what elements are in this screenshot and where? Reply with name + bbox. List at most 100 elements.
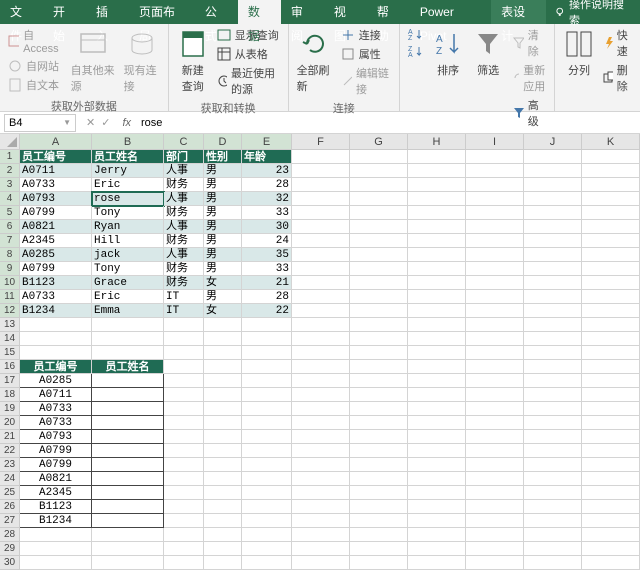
cell[interactable] [350, 234, 408, 248]
cell[interactable] [292, 276, 350, 290]
cell[interactable] [524, 472, 582, 486]
col-header-B[interactable]: B [92, 134, 164, 150]
properties-button[interactable]: 属性 [339, 45, 393, 63]
cell[interactable] [408, 514, 466, 528]
cell[interactable] [92, 458, 164, 472]
cell[interactable] [408, 528, 466, 542]
cell[interactable] [466, 164, 524, 178]
cell[interactable] [204, 458, 242, 472]
cell[interactable]: Eric [92, 290, 164, 304]
cell[interactable] [242, 472, 292, 486]
flash-fill-button[interactable]: 快速 [601, 26, 634, 60]
refresh-all-button[interactable]: 全部刷新 [295, 26, 335, 98]
cell[interactable] [408, 150, 466, 164]
cell[interactable] [350, 556, 408, 570]
cell[interactable] [292, 346, 350, 360]
row-header[interactable]: 2 [0, 164, 20, 178]
cell[interactable] [524, 276, 582, 290]
from-access-button[interactable]: 自 Access [6, 26, 65, 56]
cell[interactable] [164, 528, 204, 542]
cell[interactable] [466, 234, 524, 248]
cell[interactable] [582, 192, 640, 206]
cell[interactable] [350, 192, 408, 206]
cell[interactable] [524, 234, 582, 248]
cell[interactable] [524, 416, 582, 430]
row-header[interactable]: 28 [0, 528, 20, 542]
cell[interactable] [524, 528, 582, 542]
cell[interactable] [524, 178, 582, 192]
cell[interactable] [524, 304, 582, 318]
cell[interactable]: 男 [204, 262, 242, 276]
cell[interactable] [350, 178, 408, 192]
worksheet-grid[interactable]: ABCDEFGHIJK 1员工编号员工姓名部门性别年龄2A0711Jerry人事… [0, 134, 640, 570]
cell[interactable] [466, 318, 524, 332]
cell[interactable]: 员工编号 [20, 150, 92, 164]
cell[interactable]: B1123 [20, 276, 92, 290]
cell[interactable] [582, 444, 640, 458]
cell[interactable]: A0799 [20, 262, 92, 276]
cell[interactable] [408, 332, 466, 346]
cell[interactable]: IT [164, 304, 204, 318]
cell[interactable] [292, 150, 350, 164]
cell[interactable]: IT [164, 290, 204, 304]
cell[interactable] [350, 486, 408, 500]
cell[interactable]: 男 [204, 164, 242, 178]
cell[interactable] [524, 388, 582, 402]
cell[interactable]: A0799 [20, 206, 92, 220]
cell[interactable] [292, 192, 350, 206]
cell[interactable] [582, 206, 640, 220]
cell[interactable] [292, 556, 350, 570]
cell[interactable] [582, 388, 640, 402]
cell[interactable] [408, 542, 466, 556]
cell[interactable] [524, 374, 582, 388]
cell[interactable] [164, 402, 204, 416]
cell[interactable] [92, 500, 164, 514]
cell[interactable] [350, 430, 408, 444]
cell[interactable] [164, 430, 204, 444]
cell[interactable] [350, 416, 408, 430]
row-header[interactable]: 4 [0, 192, 20, 206]
cell[interactable] [524, 318, 582, 332]
cell[interactable] [524, 486, 582, 500]
row-header[interactable]: 17 [0, 374, 20, 388]
cell[interactable] [582, 402, 640, 416]
cell[interactable] [524, 262, 582, 276]
tab-review[interactable]: 审阅 [281, 0, 324, 24]
cell[interactable]: B1123 [20, 500, 92, 514]
cell[interactable]: 33 [242, 206, 292, 220]
cell[interactable]: 28 [242, 178, 292, 192]
cell[interactable]: 女 [204, 276, 242, 290]
cell[interactable] [92, 346, 164, 360]
cell[interactable] [292, 486, 350, 500]
cell[interactable]: A0821 [20, 472, 92, 486]
cell[interactable] [466, 500, 524, 514]
cell[interactable] [164, 542, 204, 556]
formula-input[interactable]: rose [137, 117, 640, 129]
cell[interactable] [466, 472, 524, 486]
cell[interactable] [524, 164, 582, 178]
cell[interactable] [582, 556, 640, 570]
cell[interactable] [408, 486, 466, 500]
from-table-button[interactable]: 从表格 [215, 45, 282, 63]
cell[interactable] [242, 430, 292, 444]
cell[interactable] [466, 206, 524, 220]
cell[interactable] [582, 486, 640, 500]
filter-button[interactable]: 筛选 [470, 26, 506, 130]
cell[interactable] [466, 150, 524, 164]
cell[interactable] [204, 542, 242, 556]
cell[interactable]: 22 [242, 304, 292, 318]
cell[interactable] [92, 528, 164, 542]
cell[interactable] [292, 444, 350, 458]
cell[interactable]: 35 [242, 248, 292, 262]
cell[interactable]: rose [92, 192, 164, 206]
cell[interactable] [292, 374, 350, 388]
cell[interactable]: 财务 [164, 262, 204, 276]
cell[interactable] [350, 164, 408, 178]
cell[interactable] [408, 472, 466, 486]
cell[interactable] [242, 332, 292, 346]
cell[interactable] [164, 444, 204, 458]
cell[interactable] [292, 290, 350, 304]
cell[interactable] [204, 430, 242, 444]
cell[interactable] [582, 500, 640, 514]
cell[interactable]: Emma [92, 304, 164, 318]
